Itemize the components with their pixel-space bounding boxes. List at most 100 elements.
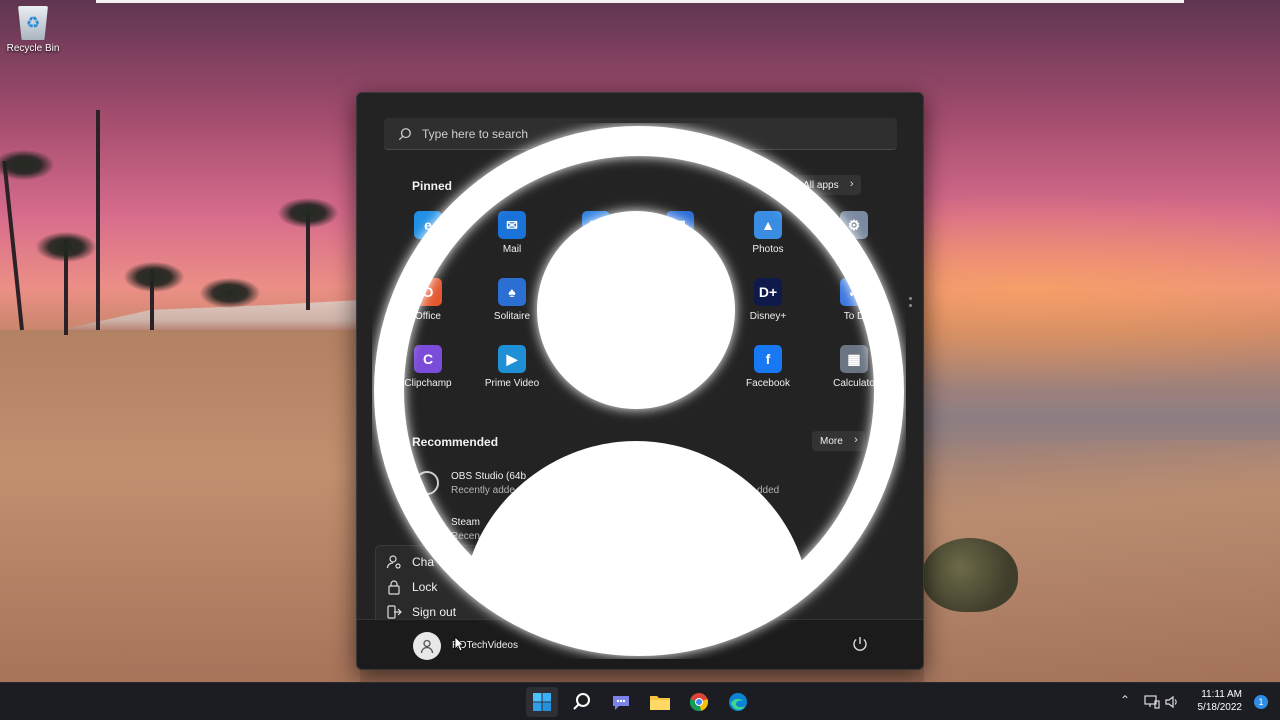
search-input[interactable] [422, 126, 882, 141]
pinned-app[interactable]: D+ Disney+ [726, 278, 810, 322]
pinned-app-label: Disney+ [749, 311, 787, 322]
sign-out-label: Sign out [412, 605, 457, 619]
pinned-app[interactable]: C Clipchamp [386, 345, 470, 389]
pinned-app[interactable]: f Facebook [726, 345, 810, 389]
pinned-app-label: Photos [752, 244, 784, 255]
more-button[interactable]: More › [812, 431, 865, 451]
prime-video-icon: ▶ [498, 345, 526, 373]
change-account-settings-item[interactable]: Cha [386, 554, 434, 570]
pinned-app-label: Mail [502, 244, 522, 255]
sand-beach-left [0, 330, 360, 682]
chat-icon [613, 696, 629, 710]
pinned-app[interactable]: ▲ Photos [726, 211, 810, 255]
recommended-item-steam[interactable]: Steam Recen [415, 517, 480, 542]
teams-chat-button[interactable] [605, 687, 637, 717]
pinned-app-label: Solitaire [493, 311, 531, 322]
recommended-title: Recommended [412, 435, 499, 449]
volume-icon[interactable] [1165, 695, 1179, 709]
pinned-app-label: Calculato [833, 378, 875, 389]
recommended-item-obs[interactable]: OBS Studio (64b Recently adde [415, 471, 526, 496]
search-box[interactable] [384, 118, 897, 150]
all-apps-label: All apps [803, 179, 839, 191]
palm-fronds [200, 278, 260, 308]
pinned-app[interactable]: ▦ [554, 211, 638, 244]
lock-label: Lock [412, 580, 438, 594]
recycle-bin[interactable]: ♻ Recycle Bin [4, 6, 62, 54]
clock[interactable]: 11:11 AM 5/18/2022 [1198, 688, 1243, 714]
solitaire-icon: ♠ [498, 278, 526, 306]
search-icon [573, 693, 590, 710]
search-button[interactable] [566, 687, 598, 717]
mouse-cursor-icon [454, 636, 464, 652]
pinned-app-label: Prime Video [484, 378, 540, 389]
folder-icon [650, 696, 670, 710]
pinned-app[interactable]: ♠ Solitaire [470, 278, 554, 322]
pinned-app-label: To D [843, 311, 865, 322]
steam-icon [415, 517, 439, 541]
calendar-icon: ▦ [582, 211, 610, 239]
recommended-item-subtitle: Recen [451, 531, 480, 542]
pinned-app[interactable]: ✓ To D [812, 278, 896, 322]
edge-icon [729, 693, 747, 711]
network-icon[interactable] [1144, 695, 1160, 709]
show-hidden-icons-chevron-icon[interactable]: ⌃ [1120, 693, 1130, 707]
lock-icon [388, 580, 400, 595]
edge-button[interactable] [722, 687, 754, 717]
chevron-right-icon: › [854, 434, 858, 446]
chrome-icon [689, 693, 709, 712]
page-indicator[interactable] [909, 297, 913, 311]
sign-out-icon [387, 605, 402, 619]
user-settings-icon [386, 555, 401, 569]
lock-item[interactable]: Lock [386, 579, 437, 595]
pinned-app[interactable]: O Office [386, 278, 470, 322]
todo-icon: ✓ [840, 278, 868, 306]
pinned-app[interactable]: ✉ Mail [470, 211, 554, 255]
pinned-app-label: Facebook [746, 378, 790, 389]
pinned-app[interactable]: ▦ Calculato [812, 345, 896, 389]
sign-out-item[interactable]: Sign out [386, 604, 456, 620]
clock-date: 5/18/2022 [1197, 702, 1243, 713]
recycle-bin-label: Recycle Bin [6, 43, 60, 54]
recommended-item-subtitle: Recently adde [451, 485, 515, 496]
unknown-icon [666, 345, 694, 373]
pinned-app[interactable]: ⊞ e [638, 211, 722, 255]
taskbar: ⌃ 11:11 AM 5/18/2022 1 [0, 682, 1280, 720]
photos-icon: ▲ [754, 211, 782, 239]
palm-fronds [36, 232, 96, 262]
power-icon[interactable] [851, 635, 869, 653]
recommended-item-title: OBS Studio (64b [451, 471, 527, 482]
settings-icon: ⚙ [840, 211, 868, 239]
pinned-app[interactable]: ▶ Prime Video [470, 345, 554, 389]
chrome-button[interactable] [683, 687, 715, 717]
disney-plus-icon: D+ [754, 278, 782, 306]
recycle-bin-icon: ♻ [18, 6, 48, 40]
user-avatar[interactable] [413, 632, 441, 660]
clipchamp-icon: C [414, 345, 442, 373]
pinned-app[interactable]: h [638, 345, 722, 389]
pinned-app-label: e [677, 244, 683, 255]
sea-turtle [922, 538, 1018, 612]
palm-trunk [2, 160, 24, 331]
all-apps-button[interactable]: All apps › [795, 175, 861, 195]
palm-trunk [96, 110, 100, 330]
obs-studio-icon [415, 471, 439, 495]
pinned-app[interactable]: e [386, 211, 470, 244]
start-menu: Pinned All apps › e✉Mail▦⊞e▲Photos⚙gsOOf… [356, 92, 924, 670]
chevron-right-icon: › [849, 178, 854, 190]
pinned-app-label: Office [415, 311, 441, 322]
calculator-icon: ▦ [840, 345, 868, 373]
start-button[interactable] [526, 687, 558, 717]
account-flyout: Cha Lock Sign out [375, 545, 575, 627]
notification-badge[interactable]: 1 [1254, 695, 1268, 709]
search-icon [398, 127, 411, 140]
palm-fronds [0, 150, 54, 180]
pinned-app-label: Clipchamp [404, 378, 452, 389]
start-footer: RDTechVideos [357, 619, 923, 669]
edge-icon: e [414, 211, 442, 239]
facebook-icon: f [754, 345, 782, 373]
file-explorer-button[interactable] [644, 687, 676, 717]
store-icon: ⊞ [666, 211, 694, 239]
windows-logo-icon [533, 693, 551, 711]
more-label: More [820, 435, 843, 447]
pinned-app[interactable]: ⚙ gs [812, 211, 896, 255]
